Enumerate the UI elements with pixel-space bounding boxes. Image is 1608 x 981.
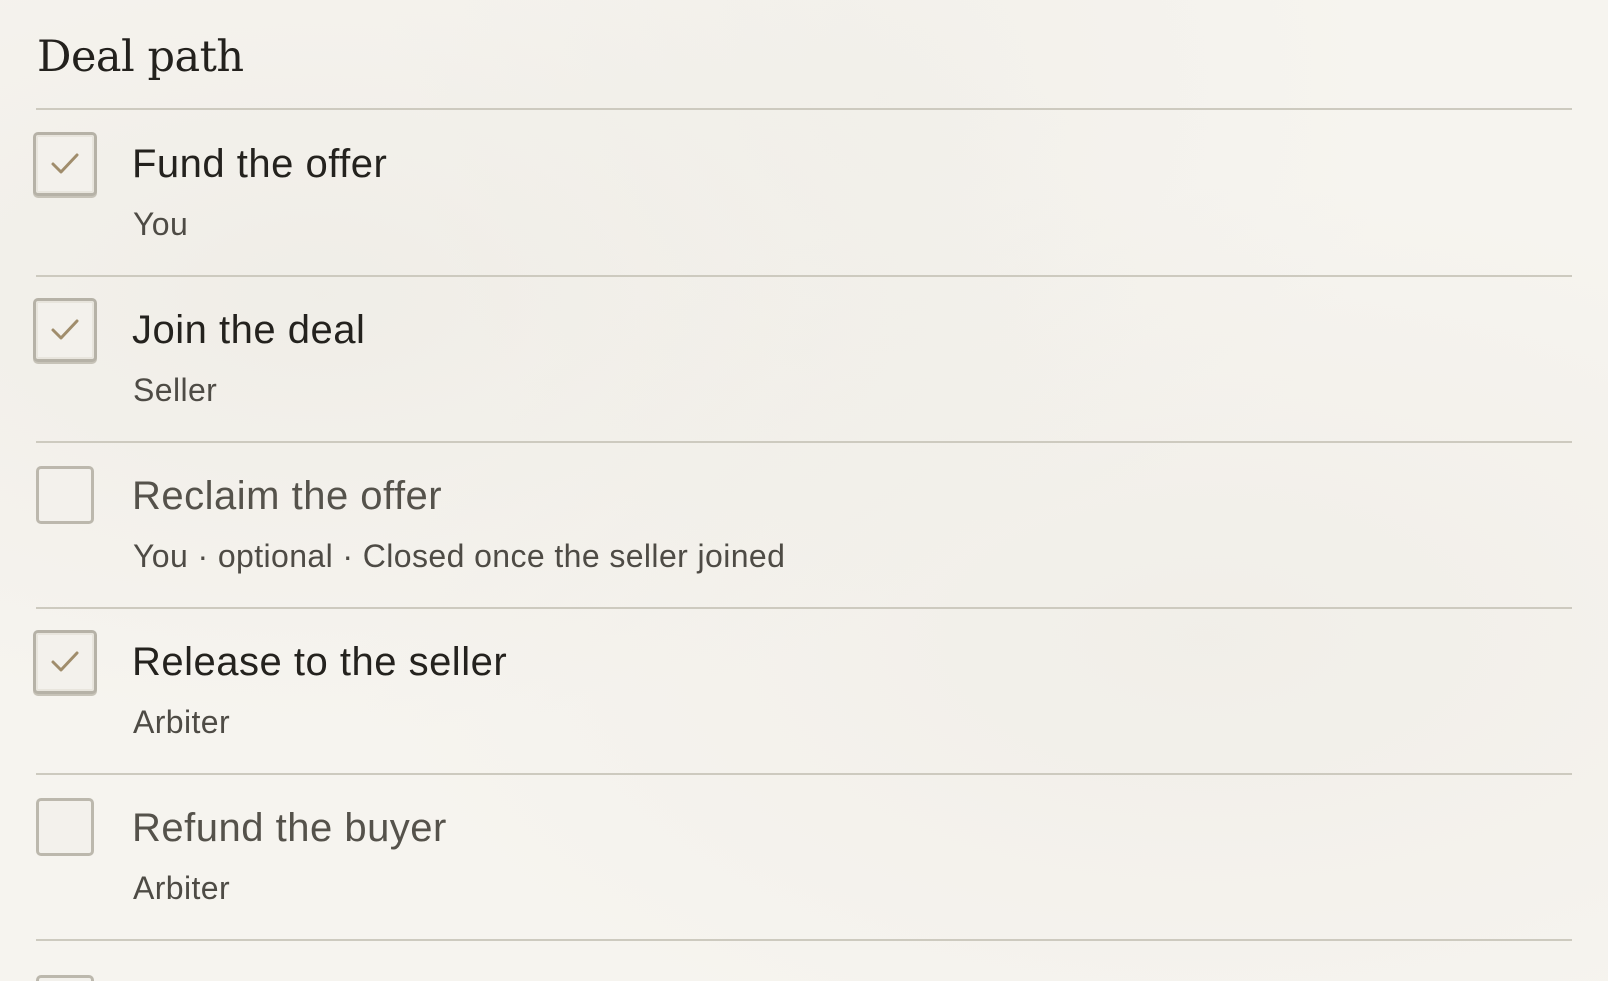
check-icon	[51, 153, 79, 174]
step-meta: Arbiter	[133, 870, 231, 906]
step-release-seller: Release to the seller Arbiter	[33, 609, 1572, 775]
panel-title: Deal path	[37, 32, 244, 82]
step-checkbox[interactable]	[33, 630, 97, 694]
step-checkbox[interactable]	[36, 798, 94, 856]
step-meta: Arbiter	[133, 704, 231, 740]
step-refund-buyer: Refund the buyer Arbiter	[36, 775, 1572, 941]
step-title: Fund the offer	[132, 142, 388, 186]
step-reclaim-offer: Reclaim the offer You · optional · Close…	[36, 443, 1572, 609]
check-icon	[51, 319, 79, 340]
step-meta: You	[133, 206, 189, 242]
step-title: Reclaim the offer	[132, 474, 443, 518]
check-icon	[51, 651, 79, 672]
deal-path-panel: Deal path Fund the offer You Join the de…	[33, 0, 1572, 981]
step-meta: You · optional · Closed once the seller …	[133, 538, 786, 574]
title-divider	[36, 108, 1572, 110]
step-title: Refund the buyer	[132, 806, 447, 850]
next-step-checkbox[interactable]	[36, 975, 94, 981]
step-fund-offer: Fund the offer You	[33, 111, 1572, 277]
deal-steps-list: Fund the offer You Join the deal Seller …	[33, 111, 1572, 941]
step-join-deal: Join the deal Seller	[33, 277, 1572, 443]
step-title: Release to the seller	[132, 640, 508, 684]
step-checkbox[interactable]	[36, 466, 94, 524]
step-title: Join the deal	[132, 308, 366, 352]
step-checkbox[interactable]	[33, 298, 97, 362]
step-meta: Seller	[133, 372, 218, 408]
step-checkbox[interactable]	[33, 132, 97, 196]
